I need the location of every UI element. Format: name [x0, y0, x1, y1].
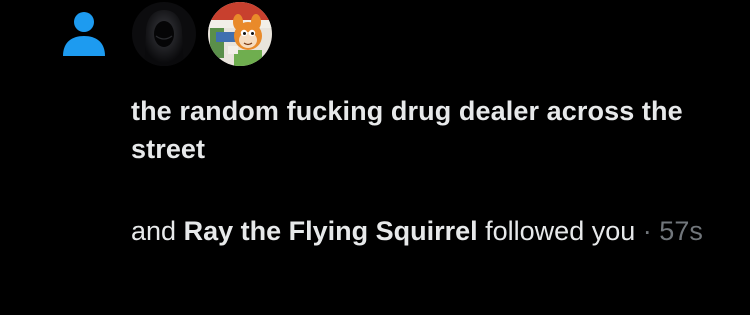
- follower-name-2[interactable]: Ray the Flying Squirrel: [184, 216, 478, 246]
- follower-name-1[interactable]: the random fucking drug dealer across th…: [131, 92, 731, 168]
- action-text: followed you: [485, 216, 636, 246]
- follow-message: and Ray the Flying Squirrel followed you…: [131, 212, 731, 250]
- hooded-figure-avatar[interactable]: [132, 2, 196, 66]
- connector-text: and: [131, 216, 177, 246]
- timestamp: 57s: [659, 216, 703, 246]
- follow-notification[interactable]: the random fucking drug dealer across th…: [0, 0, 750, 315]
- person-icon: [58, 8, 110, 60]
- follower-name-text[interactable]: the random fucking drug dealer across th…: [131, 96, 683, 164]
- separator-dot: ·: [642, 216, 652, 246]
- cartoon-squirrel-avatar[interactable]: [208, 2, 272, 66]
